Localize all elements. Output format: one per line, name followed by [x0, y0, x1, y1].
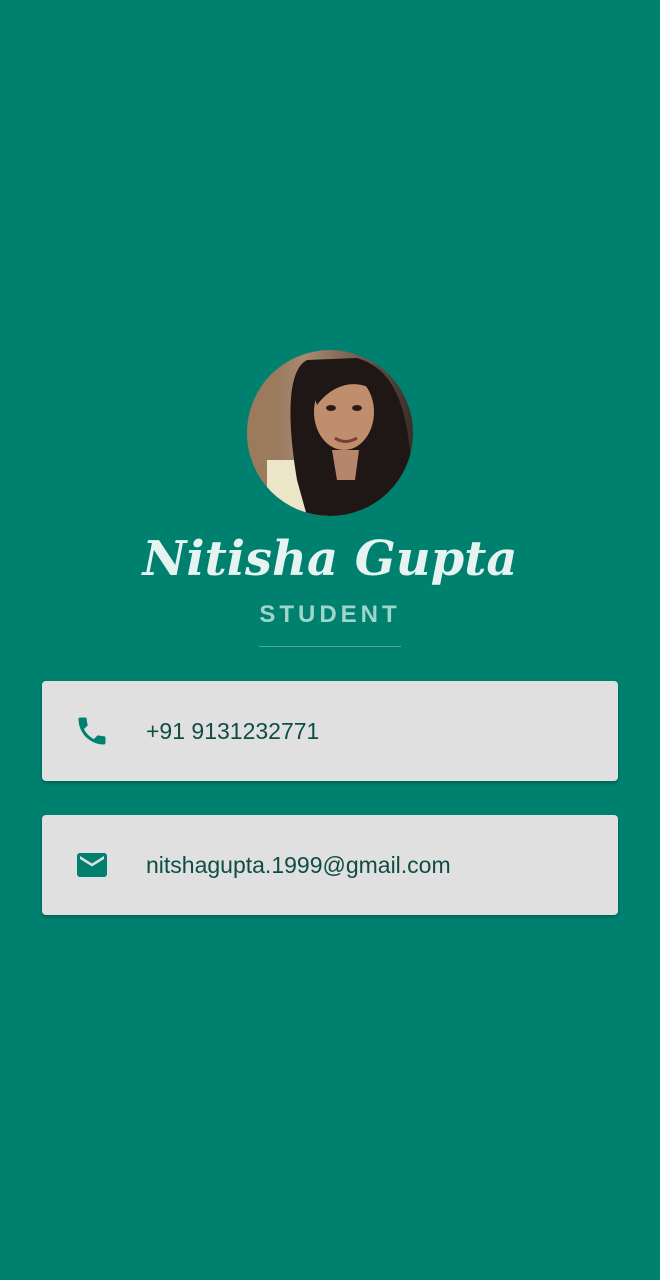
profile-role: STUDENT [259, 601, 401, 628]
phone-icon [74, 713, 110, 749]
phone-number: +91 9131232771 [146, 718, 320, 744]
email-address: nitshagupta.1999@gmail.com [146, 852, 451, 878]
phone-card[interactable]: +91 9131232771 [42, 681, 618, 781]
mail-icon [74, 847, 110, 883]
email-card[interactable]: nitshagupta.1999@gmail.com [42, 815, 618, 915]
divider [259, 646, 401, 647]
profile-name: Nitisha Gupta [142, 531, 518, 587]
profile-avatar [247, 350, 413, 516]
